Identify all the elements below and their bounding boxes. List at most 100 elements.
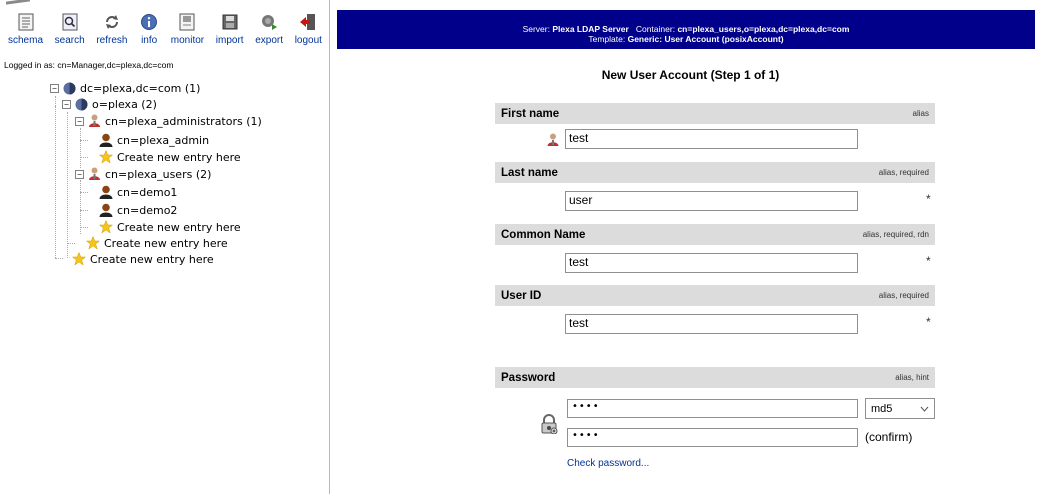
banner-line-1: Server: Plexa LDAP Server Container: cn=… — [337, 24, 1035, 34]
star-icon — [86, 236, 100, 250]
logout-label: logout — [294, 35, 322, 46]
first-name-header: First name alias — [495, 103, 935, 124]
tree-node-root[interactable]: − dc=plexa,dc=com (1) — [50, 80, 200, 96]
tree-connector — [55, 106, 56, 258]
user-id-input[interactable]: test — [565, 314, 858, 334]
field-hints: alias — [912, 109, 929, 118]
tree-connector — [80, 227, 88, 228]
user-icon — [99, 203, 113, 217]
collapse-icon[interactable]: − — [50, 83, 59, 93]
import-icon — [220, 12, 240, 32]
tree-connector — [80, 210, 88, 211]
first-name-input[interactable]: test — [565, 129, 858, 149]
tree-node-label: Create new entry here — [117, 220, 241, 234]
field-hints: alias, required — [878, 168, 929, 177]
user-id-header: User ID alias, required — [495, 285, 935, 306]
schema-label: schema — [8, 35, 44, 46]
tree-node-label: o=plexa (2) — [92, 97, 157, 111]
create-entry-link[interactable]: Create new entry here — [72, 251, 214, 267]
hash-type-select[interactable]: md5 — [865, 398, 935, 419]
refresh-button[interactable]: refresh — [96, 12, 127, 46]
import-label: import — [215, 35, 244, 46]
tree-node-label: Create new entry here — [117, 150, 241, 164]
password-input[interactable]: •••• — [567, 399, 858, 418]
collapse-icon[interactable]: − — [62, 99, 71, 109]
tree-connector — [55, 96, 56, 106]
hash-type-value: md5 — [871, 402, 893, 415]
star-icon — [99, 220, 113, 234]
tree-connector — [67, 243, 75, 244]
check-password-link[interactable]: Check password... — [567, 458, 649, 469]
globe-icon — [74, 97, 88, 111]
export-label: export — [255, 35, 284, 46]
schema-button[interactable]: schema — [8, 12, 43, 46]
server-banner: Server: Plexa LDAP Server Container: cn=… — [337, 10, 1035, 49]
tree-node-label: dc=plexa,dc=com (1) — [80, 81, 201, 95]
logout-button[interactable]: logout — [295, 12, 322, 46]
tree-connector — [80, 180, 81, 234]
password-confirm-input[interactable]: •••• — [567, 428, 858, 447]
user-icon — [99, 133, 113, 147]
container-value: cn=plexa_users,o=plexa,dc=plexa,dc=com — [677, 24, 850, 34]
common-name-input[interactable]: test — [565, 253, 858, 273]
search-button[interactable]: search — [55, 12, 85, 46]
field-hints: alias, required, rdn — [862, 230, 929, 239]
tree-node-users-group[interactable]: − cn=plexa_users (2) — [75, 166, 211, 182]
right-panel: Server: Plexa LDAP Server Container: cn=… — [331, 0, 1050, 494]
tree-node-admins-group[interactable]: − cn=plexa_administrators (1) — [75, 113, 262, 129]
search-icon — [60, 12, 80, 32]
tree-connector — [80, 192, 88, 193]
tree-node-user-demo2[interactable]: cn=demo2 — [99, 202, 177, 218]
last-name-input[interactable]: user — [565, 191, 858, 211]
import-button[interactable]: import — [216, 12, 244, 46]
field-label: Last name — [501, 166, 558, 179]
tree-connector — [80, 157, 88, 158]
user-icon — [99, 185, 113, 199]
toolbar: schema search refresh info monitor impor… — [4, 12, 326, 46]
server-value: Plexa LDAP Server — [552, 24, 629, 34]
group-icon — [87, 167, 101, 181]
info-button[interactable]: info — [139, 12, 159, 46]
tree-node-user-demo1[interactable]: cn=demo1 — [99, 184, 177, 200]
tree-node-label: cn=plexa_admin — [117, 133, 210, 147]
field-hints: alias, required — [878, 291, 929, 300]
schema-icon — [16, 12, 36, 32]
tree-node-label: Create new entry here — [90, 252, 214, 266]
field-label: First name — [501, 107, 560, 120]
refresh-icon — [102, 12, 122, 32]
create-entry-link[interactable]: Create new entry here — [99, 149, 241, 165]
refresh-label: refresh — [96, 35, 128, 46]
tree-connector — [55, 258, 63, 259]
tree-connector — [80, 140, 88, 141]
create-entry-link[interactable]: Create new entry here — [86, 235, 228, 251]
server-label: Server: — [522, 24, 550, 34]
form-title: New User Account (Step 1 of 1) — [601, 68, 780, 82]
star-icon — [72, 252, 86, 266]
search-label: search — [54, 35, 85, 46]
left-panel: schema search refresh info monitor impor… — [0, 0, 330, 494]
create-entry-link[interactable]: Create new entry here — [99, 219, 241, 235]
required-marker: * — [926, 192, 931, 206]
star-icon — [99, 150, 113, 164]
monitor-button[interactable]: monitor — [171, 12, 204, 46]
tree-node-admin-user[interactable]: cn=plexa_admin — [99, 132, 209, 148]
tree-node-label: cn=demo1 — [117, 185, 178, 199]
required-marker: * — [926, 254, 931, 268]
info-label: info — [141, 35, 158, 46]
confirm-label: (confirm) — [865, 430, 913, 444]
person-icon — [547, 132, 559, 151]
logout-icon — [298, 12, 318, 32]
frame-corner — [6, 0, 30, 8]
logged-in-status: Logged in as: cn=Manager,dc=plexa,dc=com — [4, 60, 174, 70]
template-value: Generic: User Account (posixAccount) — [627, 34, 784, 44]
required-marker: * — [926, 315, 931, 329]
collapse-icon[interactable]: − — [75, 116, 84, 126]
last-name-header: Last name alias, required — [495, 162, 935, 183]
tree-node-label: cn=plexa_administrators (1) — [105, 114, 262, 128]
tree-node-org[interactable]: − o=plexa (2) — [62, 96, 157, 112]
export-button[interactable]: export — [255, 12, 283, 46]
field-label: Common Name — [501, 228, 586, 241]
field-label: User ID — [501, 289, 542, 302]
container-label: Container: — [635, 24, 676, 34]
collapse-icon[interactable]: − — [75, 169, 84, 179]
